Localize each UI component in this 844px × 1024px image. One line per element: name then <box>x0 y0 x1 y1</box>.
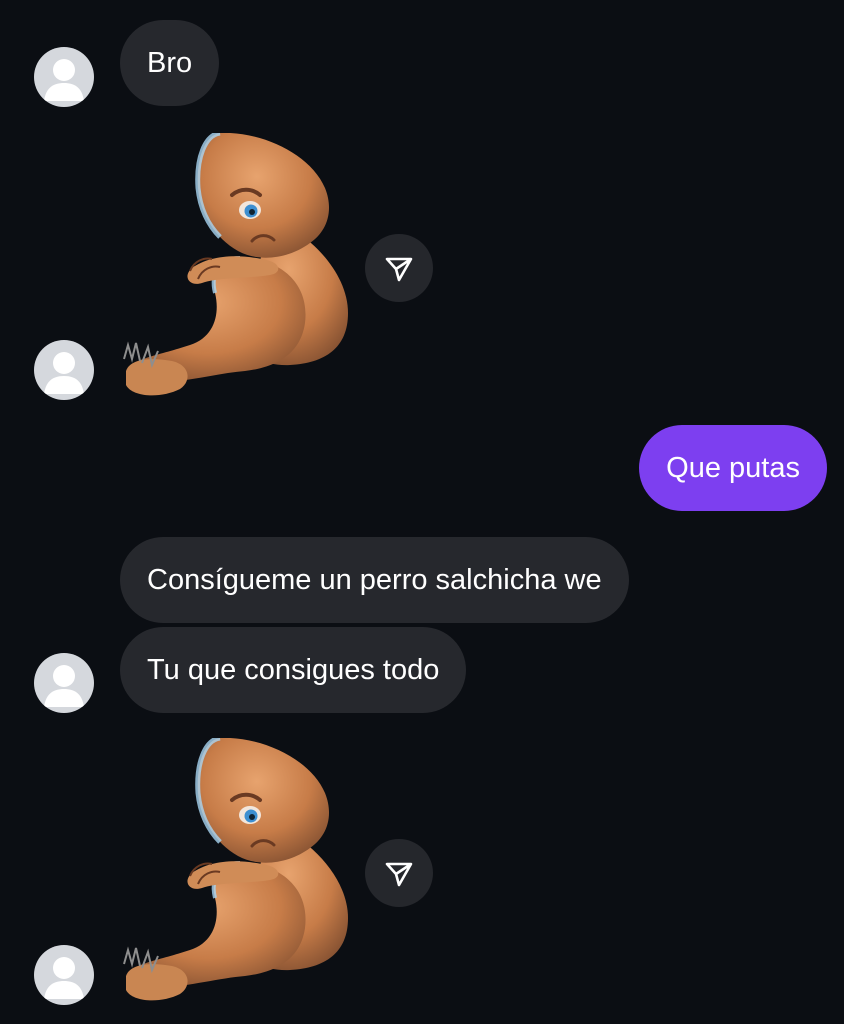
message-bubble-sent[interactable]: Que putas <box>639 425 827 511</box>
default-avatar-icon <box>44 665 84 707</box>
avatar[interactable] <box>34 47 94 107</box>
share-button[interactable] <box>365 234 433 302</box>
sad-curled-up-creature-sticker[interactable] <box>120 738 352 1006</box>
share-button[interactable] <box>365 839 433 907</box>
message-bubble-received[interactable]: Bro <box>120 20 220 106</box>
default-avatar-icon <box>44 59 84 101</box>
avatar[interactable] <box>34 340 94 400</box>
avatar[interactable] <box>34 945 94 1005</box>
sad-curled-up-creature-sticker[interactable] <box>120 133 352 401</box>
paper-plane-share-icon <box>385 257 413 282</box>
avatar[interactable] <box>34 653 94 713</box>
default-avatar-icon <box>44 352 84 394</box>
paper-plane-share-icon <box>385 862 413 887</box>
message-bubble-received[interactable]: Consígueme un perro salchicha we <box>120 537 629 623</box>
default-avatar-icon <box>44 957 84 999</box>
message-bubble-received[interactable]: Tu que consigues todo <box>120 627 467 713</box>
